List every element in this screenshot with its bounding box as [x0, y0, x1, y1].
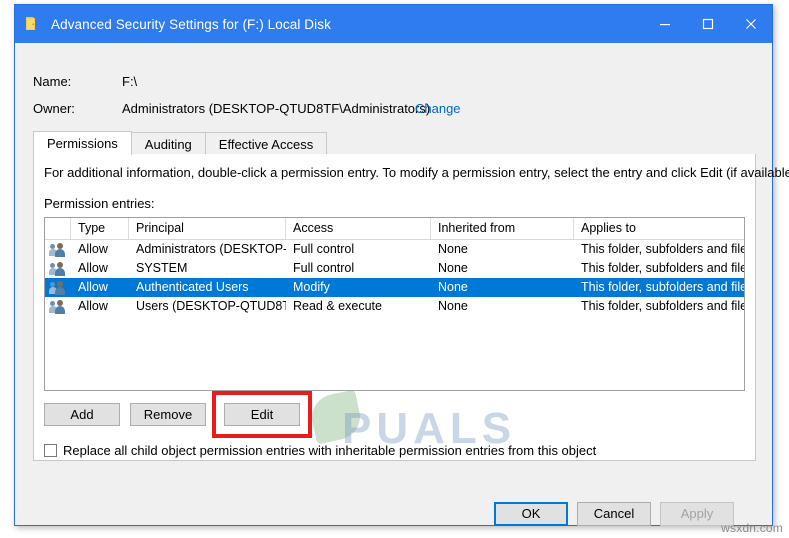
- row-type: Allow: [78, 280, 108, 294]
- row-access: Read & execute: [293, 299, 382, 313]
- name-label: Name:: [33, 74, 72, 89]
- column-header-inherited-from[interactable]: Inherited from: [431, 218, 574, 239]
- advanced-security-settings-window: Advanced Security Settings for (F:) Loca…: [14, 4, 789, 526]
- row-access: Full control: [293, 242, 355, 256]
- window-title: Advanced Security Settings for (F:) Loca…: [51, 16, 331, 32]
- row-principal: Users (DESKTOP-QTUD8TF\Us...: [136, 299, 286, 313]
- row-inherited-from: None: [438, 299, 468, 313]
- permission-entries-list[interactable]: Type Principal Access Inherited from App…: [44, 217, 745, 391]
- row-principal: Administrators (DESKTOP-QT...: [136, 242, 286, 256]
- replace-child-permissions-label: Replace all child object permission entr…: [63, 443, 597, 458]
- list-header-row: Type Principal Access Inherited from App…: [45, 218, 744, 240]
- remove-button[interactable]: Remove: [130, 403, 206, 426]
- row-inherited-from: None: [438, 280, 468, 294]
- row-principal: Authenticated Users: [136, 280, 249, 294]
- apply-button[interactable]: Apply: [660, 502, 734, 526]
- replace-child-permissions-checkbox[interactable]: [44, 444, 57, 457]
- owner-label: Owner:: [33, 101, 75, 116]
- edit-button[interactable]: Edit: [224, 403, 300, 426]
- close-button[interactable]: [729, 5, 772, 43]
- tab-effective-access[interactable]: Effective Access: [204, 132, 328, 155]
- screenshot-root: Advanced Security Settings for (F:) Loca…: [0, 0, 789, 538]
- column-header-icon[interactable]: [45, 218, 71, 239]
- folder-icon: [24, 15, 42, 33]
- title-bar: Advanced Security Settings for (F:) Loca…: [15, 5, 772, 43]
- users-group-icon: [45, 261, 71, 276]
- window-controls: [643, 5, 772, 43]
- row-access: Modify: [293, 280, 330, 294]
- column-header-access[interactable]: Access: [286, 218, 431, 239]
- row-type: Allow: [78, 261, 108, 275]
- tab-auditing[interactable]: Auditing: [130, 132, 206, 155]
- row-type: Allow: [78, 299, 108, 313]
- row-inherited-from: None: [438, 242, 468, 256]
- table-row[interactable]: Allow Administrators (DESKTOP-QT... Full…: [45, 240, 744, 259]
- column-header-principal[interactable]: Principal: [129, 218, 286, 239]
- maximize-button[interactable]: [686, 5, 729, 43]
- row-inherited-from: None: [438, 261, 468, 275]
- appuals-watermark: PUALS: [306, 389, 596, 470]
- info-text: For additional information, double-click…: [44, 165, 789, 180]
- column-header-applies-to[interactable]: Applies to: [574, 218, 744, 239]
- row-applies-to: This folder, subfolders and files: [581, 261, 745, 275]
- row-applies-to: This folder, subfolders and files: [581, 299, 745, 313]
- table-row[interactable]: Allow Authenticated Users Modify None Th…: [45, 278, 744, 297]
- users-group-icon: [45, 242, 71, 257]
- name-value: F:\: [122, 74, 138, 89]
- replace-child-permissions-row[interactable]: Replace all child object permission entr…: [44, 443, 596, 458]
- column-header-type[interactable]: Type: [71, 218, 129, 239]
- owner-value: Administrators (DESKTOP-QTUD8TF\Administ…: [122, 101, 431, 116]
- row-access: Full control: [293, 261, 355, 275]
- row-applies-to: This folder, subfolders and files: [581, 242, 745, 256]
- row-applies-to: This folder, subfolders and files: [581, 280, 745, 294]
- cancel-button[interactable]: Cancel: [577, 502, 651, 526]
- row-principal: SYSTEM: [136, 261, 188, 275]
- tab-permissions[interactable]: Permissions: [33, 131, 132, 155]
- row-type: Allow: [78, 242, 108, 256]
- watermark-leaf-icon: [307, 389, 365, 445]
- add-button[interactable]: Add: [44, 403, 120, 426]
- ok-button[interactable]: OK: [494, 502, 568, 526]
- minimize-button[interactable]: [643, 5, 686, 43]
- users-group-icon: [45, 280, 71, 295]
- tab-strip: Permissions Auditing Effective Access: [33, 131, 756, 156]
- permissions-tab-page: For additional information, double-click…: [33, 154, 789, 461]
- change-owner-link[interactable]: Change: [415, 101, 461, 116]
- table-row[interactable]: Allow SYSTEM Full control None This fold…: [45, 259, 744, 278]
- window-body: Name: F:\ Owner: Administrators (DESKTOP…: [15, 43, 789, 526]
- permission-entries-label: Permission entries:: [44, 196, 155, 211]
- list-rows: Allow Administrators (DESKTOP-QT... Full…: [45, 240, 744, 316]
- users-group-icon: [45, 299, 71, 314]
- table-row[interactable]: Allow Users (DESKTOP-QTUD8TF\Us... Read …: [45, 297, 744, 316]
